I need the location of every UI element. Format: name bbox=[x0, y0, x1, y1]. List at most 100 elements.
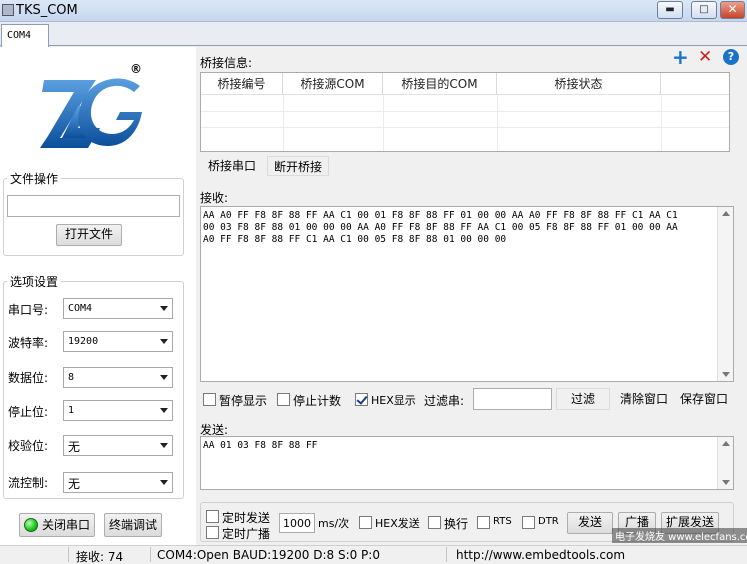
receive-scrollbar[interactable] bbox=[717, 207, 733, 381]
options-title: 选项设置 bbox=[7, 273, 62, 290]
chevron-down-icon bbox=[160, 375, 168, 380]
stop-count-checkbox[interactable] bbox=[277, 393, 290, 406]
stopbits-label: 停止位: bbox=[8, 405, 49, 419]
status-led-icon bbox=[24, 518, 38, 532]
table-row-divider bbox=[201, 127, 729, 128]
databits-select[interactable]: 8 bbox=[63, 367, 173, 388]
col-bridge-id: 桥接编号 bbox=[201, 73, 283, 95]
flowcontrol-label: 流控制: bbox=[8, 476, 49, 490]
newline-label: 换行 bbox=[444, 517, 469, 531]
baud-value: 19200 bbox=[68, 336, 99, 347]
maximize-button[interactable]: □ bbox=[691, 1, 717, 19]
port-select[interactable]: COM4 bbox=[63, 298, 173, 319]
baud-label: 波特率: bbox=[8, 336, 49, 350]
close-port-button[interactable]: 关闭串口 bbox=[19, 513, 95, 537]
close-port-label: 关闭串口 bbox=[41, 518, 90, 532]
parity-value: 无 bbox=[68, 440, 81, 454]
receive-textarea[interactable]: AA A0 FF F8 8F 88 FF AA C1 00 01 F8 8F 8… bbox=[200, 206, 734, 382]
registered-mark: ® bbox=[130, 62, 142, 76]
chevron-down-icon bbox=[160, 480, 168, 485]
chevron-down-icon bbox=[160, 306, 168, 311]
newline-checkbox[interactable] bbox=[428, 516, 441, 529]
interval-input[interactable]: 1000 bbox=[279, 513, 315, 533]
tab-strip bbox=[0, 22, 747, 46]
send-scrollbar[interactable] bbox=[717, 437, 733, 489]
chevron-down-icon bbox=[160, 443, 168, 448]
window-title: TKS_COM bbox=[16, 3, 78, 18]
baud-select[interactable]: 19200 bbox=[63, 331, 173, 352]
add-icon[interactable]: + bbox=[672, 47, 689, 67]
parity-select[interactable]: 无 bbox=[63, 435, 173, 456]
scroll-up-icon[interactable] bbox=[722, 211, 730, 216]
hex-display-label: HEX显示 bbox=[371, 394, 416, 407]
status-separator bbox=[68, 547, 69, 562]
bridge-port-button[interactable]: 桥接串口 bbox=[201, 156, 263, 176]
tab-com4[interactable]: COM4 bbox=[1, 24, 49, 47]
filter-input[interactable] bbox=[473, 388, 552, 410]
scroll-up-icon[interactable] bbox=[722, 441, 730, 446]
bridge-table: 桥接编号 桥接源COM 桥接目的COM 桥接状态 bbox=[200, 72, 730, 152]
delete-icon[interactable]: ✕ bbox=[698, 48, 712, 66]
title-bar bbox=[0, 0, 747, 22]
filter-label: 过滤串: bbox=[424, 394, 465, 408]
zlg-logo-graphic bbox=[40, 78, 142, 148]
table-col-divider bbox=[661, 95, 662, 151]
app-icon bbox=[2, 4, 14, 16]
filter-button[interactable]: 过滤 bbox=[556, 388, 610, 410]
pause-display-label: 暂停显示 bbox=[219, 394, 268, 408]
receive-line: A0 FF F8 8F 88 FF C1 AA C1 00 05 F8 8F 8… bbox=[203, 234, 507, 245]
parity-label: 校验位: bbox=[8, 439, 49, 453]
timed-broadcast-label: 定时广播 bbox=[222, 527, 271, 541]
dtr-checkbox[interactable] bbox=[522, 516, 535, 529]
table-col-divider bbox=[497, 95, 498, 151]
zlg-logo: ® bbox=[38, 62, 148, 158]
databits-label: 数据位: bbox=[8, 371, 49, 385]
scroll-down-icon[interactable] bbox=[722, 372, 730, 377]
close-window-button[interactable]: ✕ bbox=[720, 1, 745, 19]
col-bridge-status: 桥接状态 bbox=[497, 73, 661, 95]
rts-checkbox[interactable] bbox=[477, 516, 490, 529]
save-window-button[interactable]: 保存窗口 bbox=[676, 389, 732, 409]
pause-display-checkbox[interactable] bbox=[203, 393, 216, 406]
timed-broadcast-checkbox[interactable] bbox=[206, 526, 219, 539]
hex-display-checkbox[interactable] bbox=[355, 393, 368, 406]
dtr-label: DTR bbox=[538, 516, 559, 527]
scroll-down-icon[interactable] bbox=[722, 480, 730, 485]
watermark: 电子发烧友 www.elecfans.com bbox=[612, 528, 747, 543]
chevron-down-icon bbox=[160, 339, 168, 344]
port-value: COM4 bbox=[68, 303, 93, 314]
table-col-divider bbox=[383, 95, 384, 151]
open-file-button[interactable]: 打开文件 bbox=[56, 224, 122, 246]
file-ops-title: 文件操作 bbox=[7, 170, 62, 187]
port-label: 串口号: bbox=[8, 303, 49, 317]
flowcontrol-select[interactable]: 无 bbox=[63, 472, 173, 493]
table-col-divider bbox=[283, 95, 284, 151]
hex-send-label: HEX发送 bbox=[375, 517, 420, 530]
file-path-input[interactable] bbox=[7, 195, 180, 217]
clear-window-button[interactable]: 清除窗口 bbox=[616, 389, 672, 409]
receive-line: 00 03 F8 8F 88 01 00 00 00 AA A0 FF F8 8… bbox=[203, 222, 678, 233]
bridge-info-title: 桥接信息: bbox=[200, 56, 253, 70]
minimize-button[interactable]: ▬ bbox=[657, 1, 683, 19]
send-text: AA 01 03 F8 8F 88 FF bbox=[203, 440, 318, 451]
databits-value: 8 bbox=[68, 372, 75, 383]
disconnect-bridge-button[interactable]: 断开桥接 bbox=[267, 156, 329, 176]
stopbits-select[interactable]: 1 bbox=[63, 400, 173, 421]
help-icon[interactable]: ? bbox=[723, 49, 739, 65]
receive-label: 接收: bbox=[200, 191, 229, 205]
flowcontrol-value: 无 bbox=[68, 477, 81, 491]
terminal-debug-button[interactable]: 终端调试 bbox=[104, 513, 162, 537]
table-row-divider bbox=[201, 111, 729, 112]
send-button[interactable]: 发送 bbox=[567, 512, 613, 534]
timed-send-label: 定时发送 bbox=[222, 511, 271, 525]
timed-send-checkbox[interactable] bbox=[206, 510, 219, 523]
col-bridge-src: 桥接源COM bbox=[283, 73, 383, 95]
status-separator bbox=[150, 547, 151, 562]
send-textarea[interactable]: AA 01 03 F8 8F 88 FF bbox=[200, 436, 734, 490]
stopbits-value: 1 bbox=[68, 405, 75, 416]
website-url: http://www.embedtools.com bbox=[456, 548, 626, 562]
col-bridge-dst: 桥接目的COM bbox=[383, 73, 497, 95]
hex-send-checkbox[interactable] bbox=[359, 516, 372, 529]
rts-label: RTS bbox=[493, 516, 512, 527]
receive-count: 接收: 74 bbox=[76, 550, 124, 564]
